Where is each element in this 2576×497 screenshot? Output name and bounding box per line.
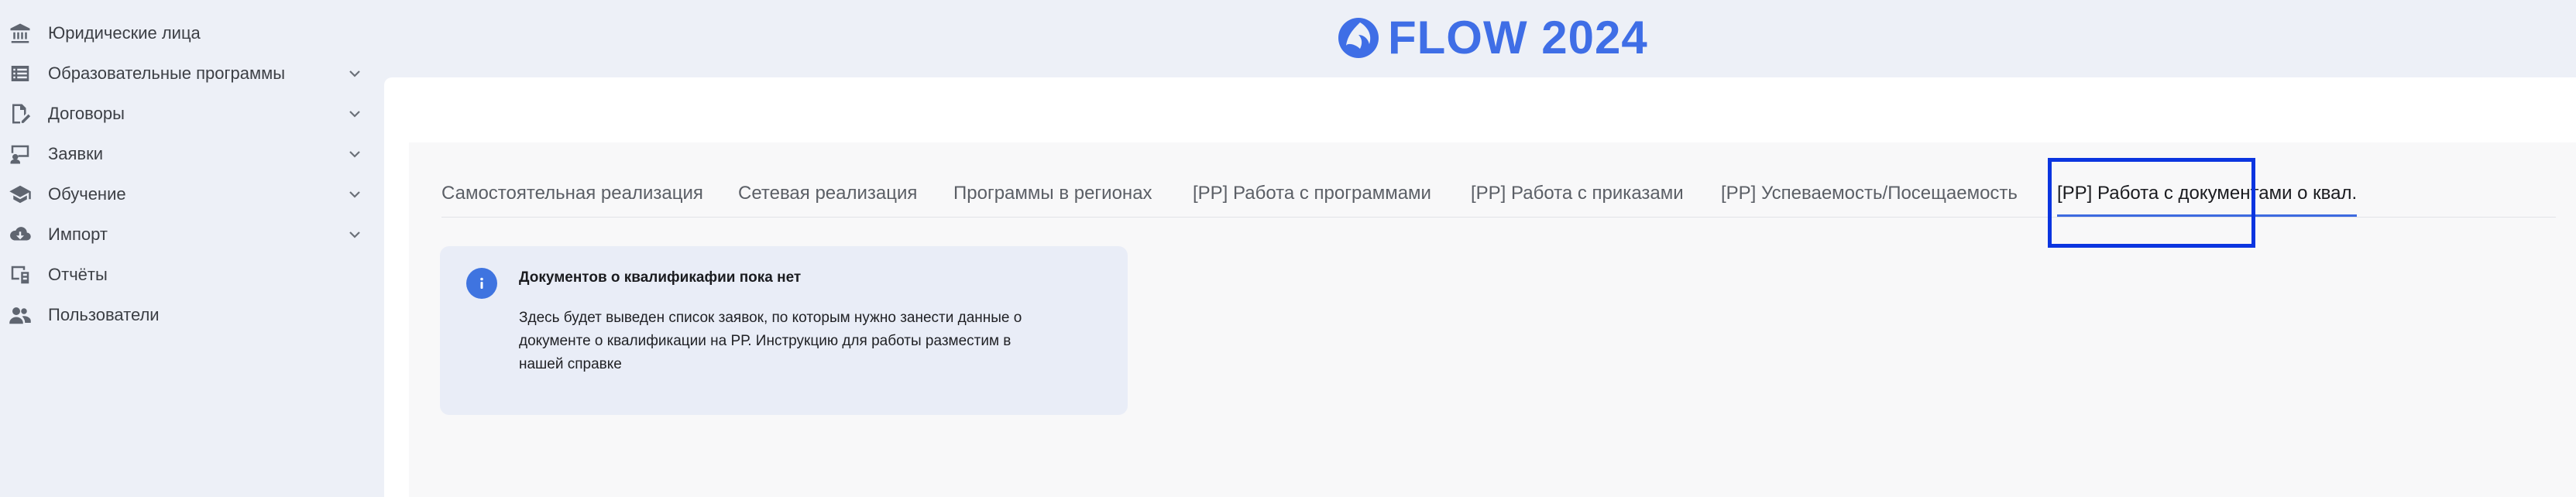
notice-body: Здесь будет выведен список заявок, по ко…: [519, 307, 1092, 376]
tab-regional-programs[interactable]: Программы в регионах: [953, 173, 1152, 217]
sidebar-item-label: Обучение: [48, 184, 126, 204]
cloud-download-icon: [8, 222, 33, 247]
chevron-down-icon[interactable]: [345, 64, 364, 83]
sidebar-item-legal-entities[interactable]: Юридические лица: [0, 15, 372, 52]
chevron-down-icon[interactable]: [345, 185, 364, 204]
logo-text: FLOW 2024: [1388, 12, 1648, 63]
bank-icon: [8, 21, 33, 46]
notice-line: документе о квалификации на РР. Инструкц…: [519, 333, 1012, 349]
notice-line: Здесь будет выведен список заявок, по ко…: [519, 310, 1022, 326]
tab-network-implementation[interactable]: Сетевая реализация: [738, 173, 917, 217]
tab-rr-programs[interactable]: [РР] Работа с программами: [1193, 173, 1431, 217]
flame-logo-icon: [1338, 18, 1379, 58]
chevron-down-icon[interactable]: [345, 225, 364, 244]
sidebar-item-label: Договоры: [48, 104, 125, 123]
teacher-icon: [8, 142, 33, 166]
sidebar-item-label: Пользователи: [48, 305, 160, 324]
tab-rr-attendance[interactable]: [РР] Успеваемость/Посещаемость: [1721, 173, 2018, 217]
sidebar-item-label: Заявки: [48, 144, 104, 163]
chevron-down-icon[interactable]: [345, 145, 364, 163]
users-icon: [8, 303, 33, 327]
sidebar-item-contracts[interactable]: Договоры: [0, 95, 372, 132]
report-icon: [8, 262, 33, 287]
sidebar-item-label: Юридические лица: [48, 23, 201, 43]
sidebar-item-users[interactable]: Пользователи: [0, 296, 372, 334]
sidebar: Юридические лица Образовательные програм…: [0, 0, 372, 497]
contract-edit-icon: [8, 101, 33, 126]
sidebar-item-label: Образовательные программы: [48, 63, 286, 83]
sidebar-item-educational-programs[interactable]: Образовательные программы: [0, 55, 372, 92]
sidebar-item-import[interactable]: Импорт: [0, 216, 372, 253]
tab-self-implementation[interactable]: Самостоятельная реализация: [441, 173, 703, 217]
empty-state-notice: Документов о квалификафии пока нет Здесь…: [440, 246, 1128, 415]
list-icon: [8, 61, 33, 86]
notice-line: нашей справке: [519, 356, 622, 372]
info-icon: [466, 268, 497, 299]
highlight-box: [2048, 158, 2255, 248]
sidebar-item-applications[interactable]: Заявки: [0, 135, 372, 173]
chevron-down-icon[interactable]: [345, 105, 364, 123]
tab-rr-orders[interactable]: [РР] Работа с приказами: [1471, 173, 1684, 217]
sidebar-item-label: Импорт: [48, 225, 108, 244]
sidebar-item-label: Отчёты: [48, 265, 108, 284]
sidebar-item-training[interactable]: Обучение: [0, 176, 372, 213]
graduation-cap-icon: [8, 182, 33, 207]
sidebar-item-reports[interactable]: Отчёты: [0, 256, 372, 293]
notice-title: Документов о квалификафии пока нет: [519, 269, 802, 286]
app-logo[interactable]: FLOW 2024: [1337, 11, 1648, 65]
